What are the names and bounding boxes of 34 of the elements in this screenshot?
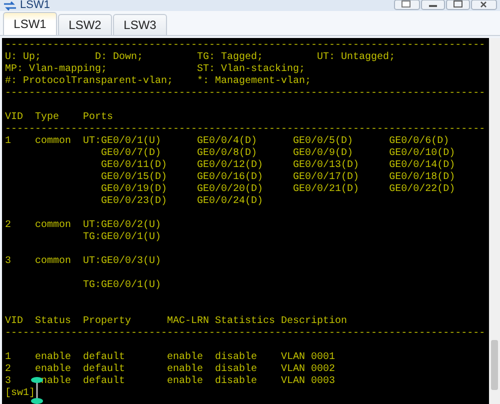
terminal-line: GE0/0/19(D) GE0/0/20(D) GE0/0/21(D) GE0/0/22(D) (100, 184, 456, 196)
terminal-line: -------------------------------------------------------------------------------- (5, 40, 486, 52)
close-icon[interactable] (471, 0, 497, 10)
tab[interactable]: LSW2 (58, 14, 112, 35)
terminal-line: [sw1] (5, 388, 36, 400)
terminal-line: GE0/0/11(D) GE0/0/12(D) GE0/0/13(D) GE0/0/14(D) (100, 160, 456, 172)
switch-icon (3, 0, 17, 10)
terminal-line: TG:GE0/0/1(U) (82, 232, 162, 244)
terminal-line: -------------------------------------------------------------------------------- (5, 88, 486, 100)
tab[interactable]: LSW3 (113, 14, 167, 35)
tab[interactable]: LSW1 (3, 12, 57, 35)
terminal-line: #: ProtocolTransparent-vlan; *: Management-vlan; (5, 76, 312, 88)
terminal-line: 3 common UT:GE0/0/3(U) (5, 256, 162, 268)
maximize-icon[interactable] (446, 0, 470, 10)
window-title: LSW1 (20, 0, 50, 11)
terminal-line: GE0/0/15(D) GE0/0/16(D) GE0/0/17(D) GE0/0/18(D) (100, 172, 456, 184)
terminal-line: 1 common UT:GE0/0/1(U) GE0/0/4(D) GE0/0/5(D) GE0/0/6(D) (5, 136, 450, 148)
scrollbar-thumb[interactable] (491, 340, 498, 390)
terminal-line: 2 enable default enable disable VLAN 0002 (5, 364, 336, 376)
terminal-line: TG:GE0/0/1(U) (82, 280, 162, 292)
terminal-line: -------------------------------------------------------------------------------- (5, 124, 486, 136)
terminal-line: 1 enable default enable disable VLAN 0001 (5, 352, 336, 364)
terminal-line: GE0/0/23(D) GE0/0/24(D) (100, 196, 264, 208)
terminal-line: 3 nable default enable disable VLAN 0003 (5, 376, 336, 388)
terminal-line: VID Status Property MAC-LRN Statistics Description (5, 316, 348, 328)
terminal-line: -------------------------------------------------------------------------------- (5, 328, 486, 340)
terminal-line: MP: Vlan-mapping; ST: Vlan-stacking; (5, 64, 306, 76)
restore-icon[interactable] (394, 0, 420, 10)
minimize-icon[interactable] (421, 0, 445, 10)
terminal-line: GE0/0/7(D) GE0/0/8(D) GE0/0/9(D) GE0/0/10(D) (100, 148, 456, 160)
terminal-line: 2 common UT:GE0/0/2(U) (5, 220, 162, 232)
terminal-line: VID Type Ports (5, 112, 114, 124)
terminal-line: U: Up; D: Down; TG: Tagged; UT: Untagged; (5, 52, 396, 64)
scrollbar[interactable] (489, 38, 500, 404)
